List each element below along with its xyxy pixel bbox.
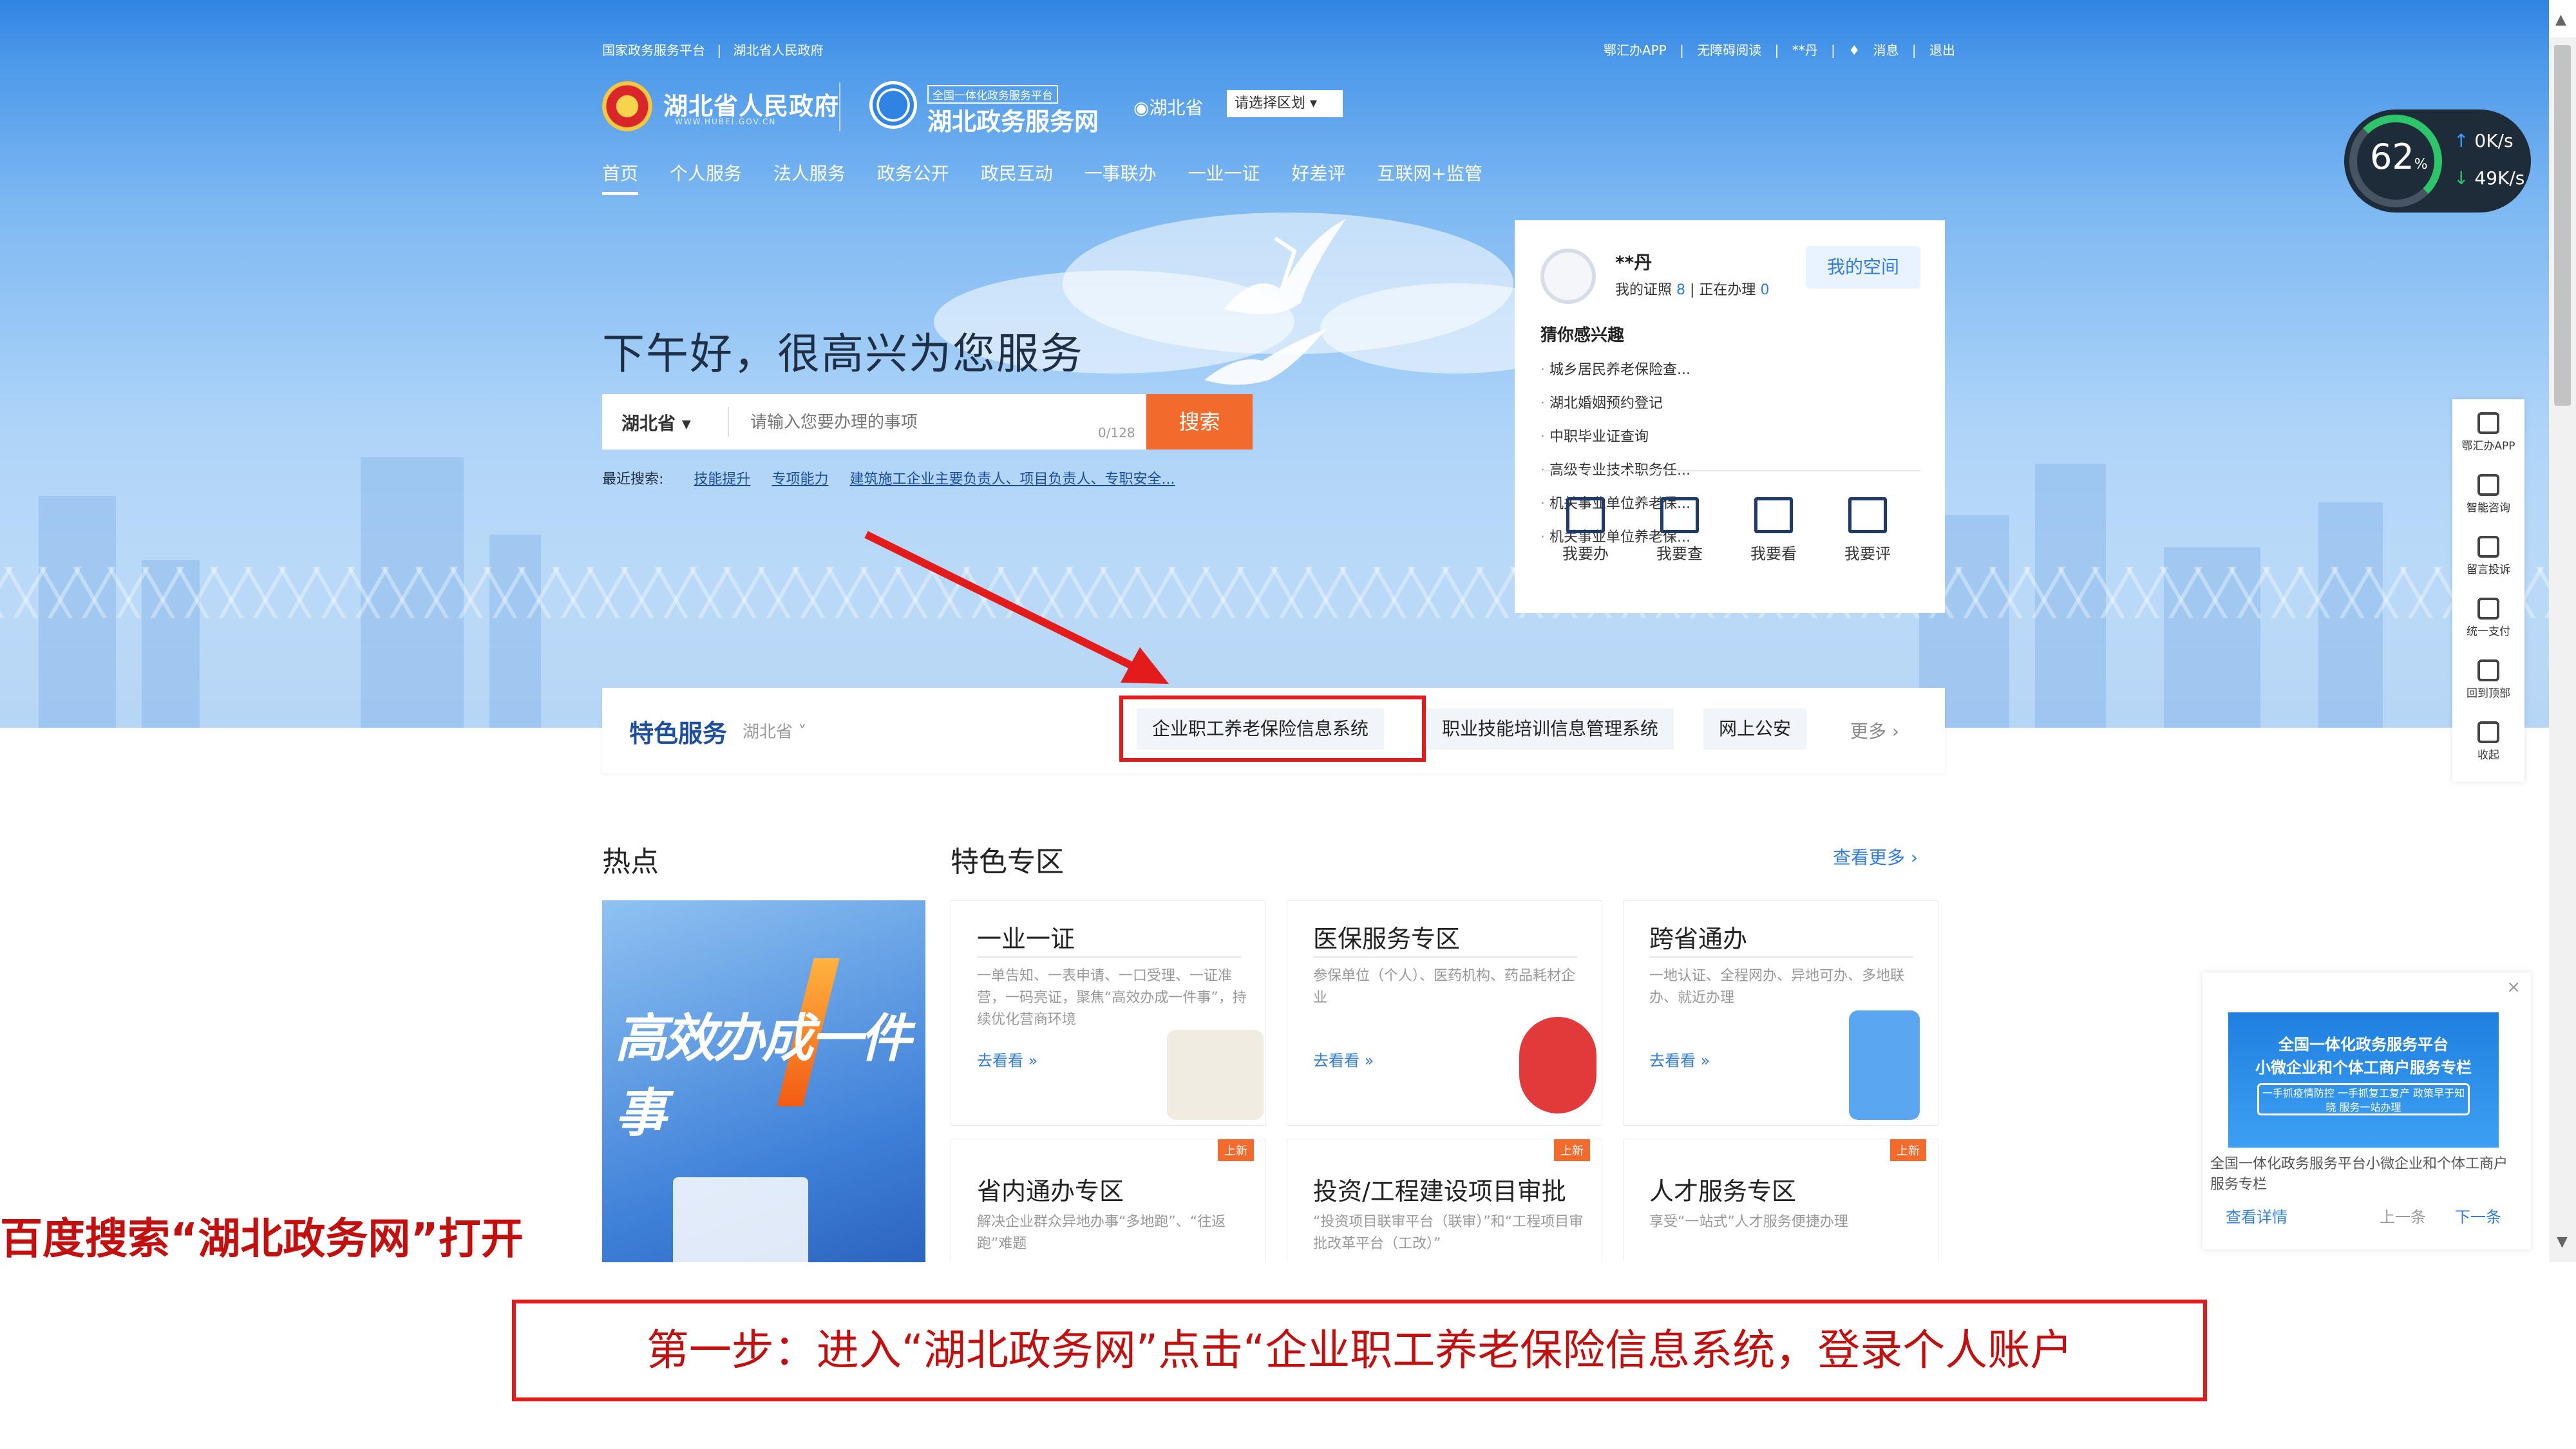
sidebar-back-to-top[interactable]: 回到顶部 — [2452, 659, 2524, 700]
annotation-arrow — [864, 531, 1169, 684]
close-icon[interactable]: × — [2506, 978, 2521, 997]
browser-viewport: 国家政务服务平台 | 湖北省人民政府 鄂汇办APP | 无障碍阅读 | **丹 … — [0, 0, 2549, 1262]
message-icon — [2477, 536, 2499, 558]
scrollbar-thumb[interactable] — [2554, 45, 2571, 406]
promo-banner[interactable]: 全国一体化政务服务平台 小微企业和个体工商户服务专栏 一手抓疫情防控 一手抓复工… — [2228, 1012, 2499, 1148]
page-scrollbar[interactable]: ▲ ▼ — [2549, 12, 2576, 1262]
step-instruction-text: 第一步：进入“湖北政务网”点击“企业职工养老保险信息系统，登录个人账户 — [646, 1325, 2073, 1375]
sidebar-payment[interactable]: 统一支付 — [2452, 598, 2524, 638]
minus-icon — [2477, 721, 2499, 743]
right-float-sidebar: 鄂汇办APP 智能咨询 留言投诉 统一支付 回到顶部 收起 — [2452, 399, 2524, 782]
sidebar-app[interactable]: 鄂汇办APP — [2452, 412, 2524, 453]
scroll-down-icon[interactable]: ▼ — [2557, 1234, 2568, 1250]
promo-prev-button[interactable]: 上一条 — [2380, 1204, 2426, 1227]
download-arrow-icon: ↓ — [2454, 167, 2475, 189]
arrow-up-icon — [2477, 659, 2499, 681]
promo-popup: × 全国一体化政务服务平台 小微企业和个体工商户服务专栏 一手抓疫情防控 一手抓… — [2202, 972, 2531, 1249]
promo-description: 全国一体化政务服务平台小微企业和个体工商户服务专栏 — [2210, 1156, 2508, 1193]
scroll-up-icon[interactable]: ▲ — [2555, 12, 2566, 28]
network-speed-widget[interactable]: 62% ↑ 0K/s ↓ 49K/s — [2344, 109, 2531, 213]
sidebar-complaint[interactable]: 留言投诉 — [2452, 536, 2524, 576]
sidebar-consult[interactable]: 智能咨询 — [2452, 474, 2524, 515]
sidebar-collapse[interactable]: 收起 — [2452, 721, 2524, 762]
upload-arrow-icon: ↑ — [2454, 130, 2475, 151]
promo-detail-link[interactable]: 查看详情 — [2226, 1204, 2287, 1227]
promo-next-button[interactable]: 下一条 — [2455, 1204, 2501, 1227]
left-caption: 百度搜索“湖北政务网”打开 — [0, 1214, 524, 1264]
step-instruction-box: 第一步：进入“湖北政务网”点击“企业职工养老保险信息系统，登录个人账户 — [512, 1300, 2207, 1401]
yen-icon — [2477, 598, 2499, 620]
headset-icon — [2477, 474, 2499, 496]
phone-icon — [2477, 412, 2499, 434]
